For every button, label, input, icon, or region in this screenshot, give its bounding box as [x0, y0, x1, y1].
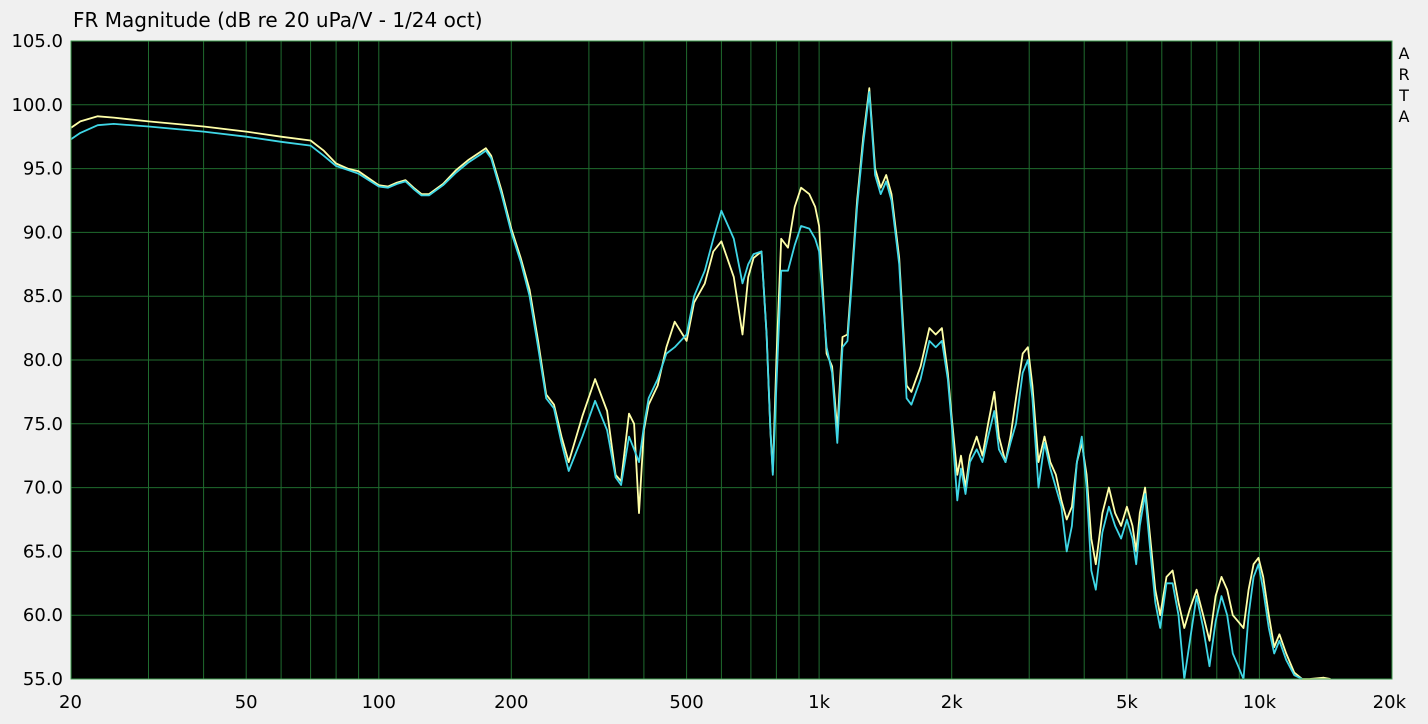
y-tick-label: 55.0 — [23, 669, 63, 690]
x-tick-label: 5k — [1116, 692, 1138, 713]
frequency-response-chart: 105.0 100.0 95.0 90.0 85.0 80.0 75.0 70.0 65.0 60… — [11, 31, 1409, 713]
x-axis-labels: 20 50 100 200 500 1k 2k 5k 10k 20k — [59, 692, 1407, 713]
x-tick-label: 2k — [941, 692, 963, 713]
x-tick-label: 20 — [59, 692, 82, 713]
watermark-letter: A — [1399, 44, 1410, 63]
y-tick-label: 70.0 — [23, 478, 63, 499]
x-tick-label: 10k — [1243, 692, 1277, 713]
y-tick-label: 75.0 — [23, 414, 63, 435]
x-tick-label: 1k — [808, 692, 830, 713]
y-axis-labels: 105.0 100.0 95.0 90.0 85.0 80.0 75.0 70.0 65.0 60… — [11, 31, 63, 690]
y-tick-label: 90.0 — [23, 222, 63, 243]
arta-watermark: ARTA — [1398, 44, 1409, 126]
y-tick-label: 60.0 — [23, 605, 63, 626]
y-tick-label: 85.0 — [23, 286, 63, 307]
watermark-letter: R — [1398, 65, 1409, 84]
watermark-letter: T — [1398, 86, 1409, 105]
x-tick-label: 50 — [235, 692, 258, 713]
y-tick-label: 100.0 — [11, 95, 63, 116]
y-tick-label: 65.0 — [23, 541, 63, 562]
x-tick-label: 200 — [494, 692, 528, 713]
x-tick-label: 20k — [1373, 692, 1407, 713]
y-tick-label: 105.0 — [11, 31, 63, 52]
y-tick-label: 80.0 — [23, 350, 63, 371]
x-tick-label: 500 — [669, 692, 703, 713]
x-tick-label: 100 — [362, 692, 396, 713]
y-tick-label: 95.0 — [23, 159, 63, 180]
watermark-letter: A — [1399, 107, 1410, 126]
